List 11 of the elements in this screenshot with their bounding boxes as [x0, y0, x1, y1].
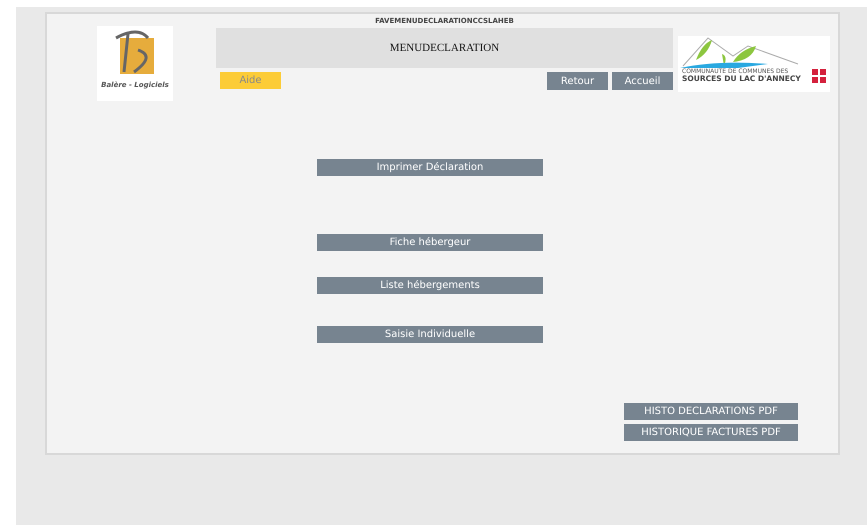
menu-button[interactable]: Saisie Individuelle [317, 326, 543, 343]
menu-button[interactable]: Fiche hébergeur [317, 234, 543, 251]
menu-button[interactable]: Imprimer Déclaration [317, 159, 543, 176]
menu-button[interactable]: Liste hébergements [317, 277, 543, 294]
pdf-button[interactable]: HISTO DECLARATIONS PDF [624, 403, 798, 420]
flag-icon [812, 68, 826, 82]
nav-button[interactable]: Accueil [612, 72, 673, 90]
pdf-button[interactable]: HISTORIQUE FACTURES PDF [624, 424, 798, 441]
nav-button[interactable]: Retour [547, 72, 608, 90]
page-title: MENUDECLARATION [390, 40, 500, 56]
help-button[interactable]: Aide [220, 72, 281, 89]
